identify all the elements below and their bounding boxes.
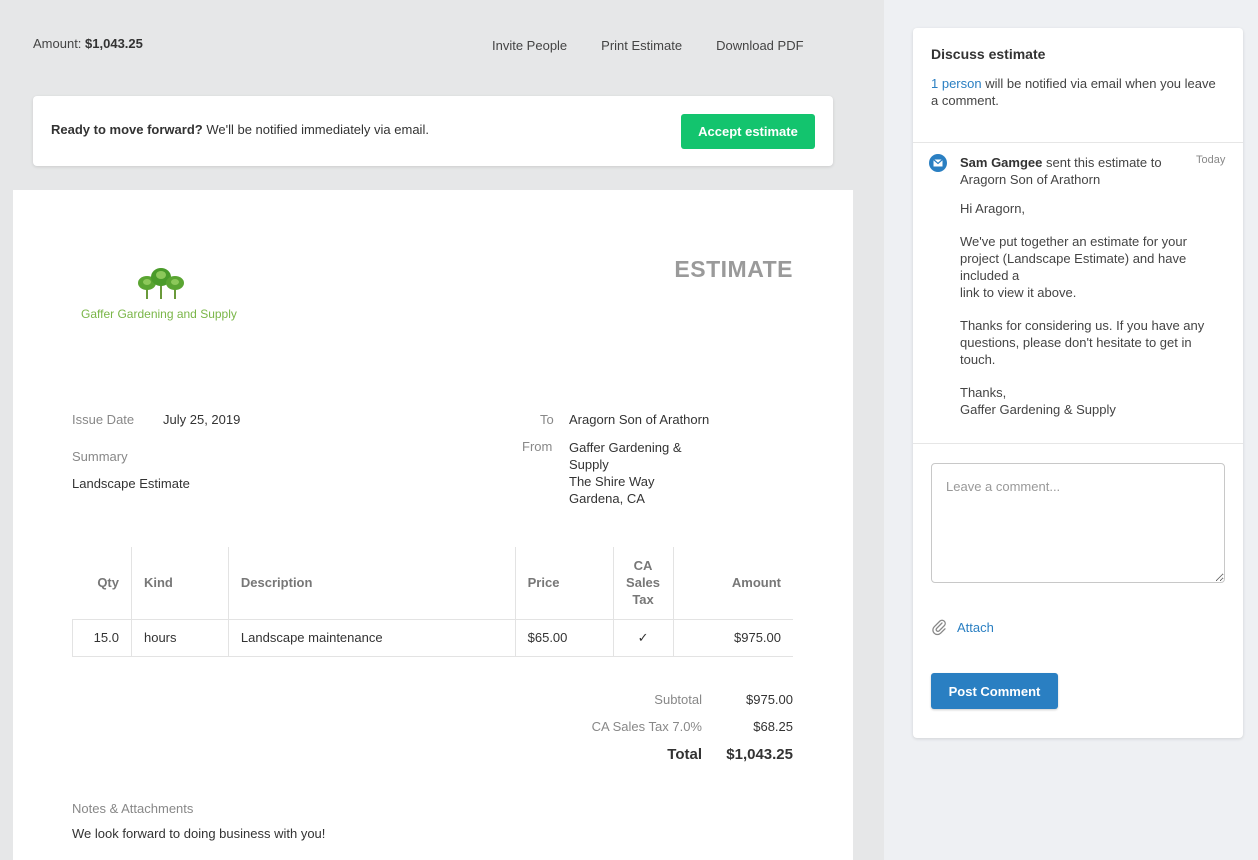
from-address: Gaffer Gardening & Supply The Shire Way … [569, 439, 682, 507]
tax-check-icon: ✓ [613, 618, 674, 657]
message-paragraph: Thanks for considering us. If you have a… [960, 318, 1205, 367]
banner-message: Ready to move forward? We'll be notified… [51, 122, 429, 137]
email-icon [929, 154, 947, 172]
col-qty: Qty [72, 547, 132, 619]
discuss-title: Discuss estimate [931, 46, 1046, 62]
from-line: Gardena, CA [569, 491, 645, 506]
from-label: From [522, 439, 553, 454]
cell-description: Landscape maintenance [228, 618, 516, 657]
from-line: The Shire Way [569, 474, 655, 489]
to-label: To [540, 412, 554, 427]
attach-label: Attach [957, 619, 994, 635]
tax-value: $68.25 [753, 719, 793, 734]
amount-value: $1,043.25 [85, 36, 143, 51]
top-actions: Invite People Print Estimate Download PD… [492, 38, 838, 53]
activity-time: Today [1196, 154, 1226, 166]
banner-bold: Ready to move forward? [51, 122, 203, 137]
amount-summary: Amount: $1,043.25 [33, 36, 143, 51]
total-value: $1,043.25 [726, 746, 793, 763]
estimate-document: Gaffer Gardening and Supply ESTIMATE Iss… [13, 190, 853, 860]
tree-logo-icon [138, 268, 184, 299]
from-line: Gaffer Gardening & [569, 440, 682, 455]
attach-button[interactable]: Attach [931, 618, 994, 636]
notes-label: Notes & Attachments [72, 801, 194, 816]
logo-text: Gaffer Gardening and Supply [81, 307, 237, 321]
summary-value: Landscape Estimate [72, 476, 190, 491]
download-pdf-link[interactable]: Download PDF [716, 38, 803, 53]
issue-date-value: July 25, 2019 [163, 412, 241, 427]
to-value: Aragorn Son of Arathorn [569, 412, 710, 427]
col-description: Description [228, 547, 516, 619]
table-row: 15.0 hours Landscape maintenance $65.00 … [72, 618, 793, 657]
col-price: Price [515, 547, 614, 619]
divider [913, 142, 1243, 143]
col-tax: CA Sales Tax [613, 547, 674, 619]
cell-qty: 15.0 [72, 618, 132, 657]
company-logo: Gaffer Gardening and Supply [81, 265, 251, 325]
notify-text: 1 person will be notified via email when… [931, 75, 1221, 109]
divider [913, 443, 1243, 444]
cell-amount: $975.00 [673, 618, 793, 657]
sender-name: Sam Gamgee [960, 155, 1043, 170]
cell-price: $65.00 [515, 618, 614, 657]
banner-text: We'll be notified immediately via email. [206, 122, 429, 137]
tax-label: CA Sales Tax 7.0% [591, 719, 702, 734]
ready-banner: Ready to move forward? We'll be notified… [33, 96, 833, 166]
subtotal-value: $975.00 [746, 692, 793, 707]
activity-message: Hi Aragorn, We've put together an estima… [960, 200, 1225, 434]
message-paragraph: We've put together an estimate for your … [960, 234, 1187, 300]
discuss-panel: Discuss estimate 1 person will be notifi… [913, 28, 1243, 738]
post-comment-button[interactable]: Post Comment [931, 673, 1058, 709]
main-area: Amount: $1,043.25 Invite People Print Es… [0, 0, 884, 860]
accept-estimate-button[interactable]: Accept estimate [681, 114, 815, 149]
col-kind: Kind [131, 547, 229, 619]
notify-people-link[interactable]: 1 person [931, 76, 982, 91]
summary-label: Summary [72, 449, 128, 464]
invite-people-link[interactable]: Invite People [492, 38, 567, 53]
cell-kind: hours [131, 618, 229, 657]
message-paragraph: Hi Aragorn, [960, 201, 1026, 216]
col-amount: Amount [731, 575, 781, 591]
document-title: ESTIMATE [674, 256, 793, 282]
table-header-row: Qty Kind Description Price CA Sales Tax … [72, 547, 794, 619]
notes-value: We look forward to doing business with y… [72, 826, 326, 841]
comment-input[interactable] [931, 463, 1225, 583]
activity-sender: Sam Gamgee sent this estimate to Aragorn… [960, 154, 1190, 188]
subtotal-label: Subtotal [654, 692, 702, 707]
from-line: Supply [569, 457, 609, 472]
total-label: Total [667, 746, 702, 763]
issue-date-label: Issue Date [72, 412, 135, 427]
amount-label: Amount: [33, 36, 82, 51]
paperclip-icon [932, 619, 946, 636]
line-items-table: Qty Kind Description Price CA Sales Tax … [72, 547, 793, 657]
message-paragraph: Thanks, Gaffer Gardening & Supply [960, 385, 1116, 417]
print-estimate-link[interactable]: Print Estimate [601, 38, 682, 53]
